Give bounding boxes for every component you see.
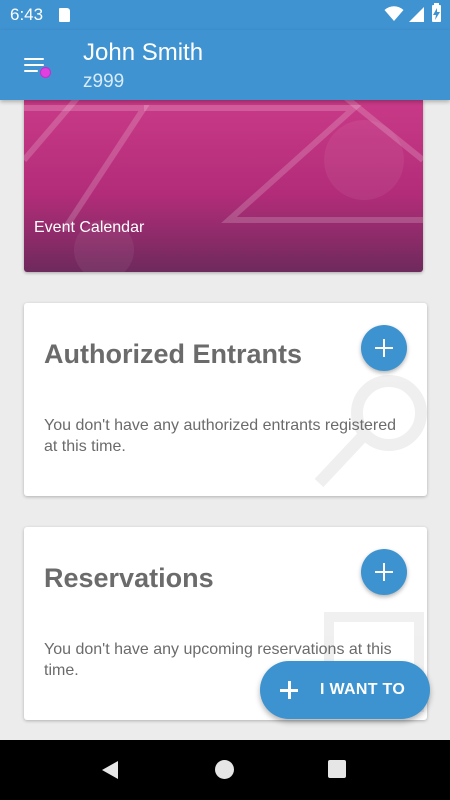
status-bar: 6:43 bbox=[0, 0, 450, 30]
card-title: Reservations bbox=[44, 563, 214, 593]
user-name: John Smith bbox=[83, 39, 204, 66]
back-icon[interactable] bbox=[101, 760, 119, 780]
add-reservation-button[interactable] bbox=[361, 549, 407, 595]
menu-button[interactable] bbox=[18, 52, 51, 80]
status-time: 6:43 bbox=[10, 5, 44, 24]
home-icon[interactable] bbox=[215, 760, 234, 779]
navigation-bar bbox=[0, 740, 450, 800]
plus-icon bbox=[280, 681, 298, 699]
event-calendar-banner[interactable]: Event Calendar bbox=[24, 100, 423, 272]
add-authorized-entrant-button[interactable] bbox=[361, 325, 407, 371]
banner-pattern bbox=[24, 100, 423, 272]
recents-icon[interactable] bbox=[328, 760, 346, 778]
i-want-to-button[interactable]: I WANT TO bbox=[260, 661, 430, 719]
authorized-entrants-card: Authorized Entrants You don't have any a… bbox=[24, 303, 427, 496]
card-body: You don't have any authorized entrants r… bbox=[44, 417, 397, 455]
card-title: Authorized Entrants bbox=[44, 339, 303, 369]
sd-card-icon bbox=[59, 8, 70, 22]
banner-label: Event Calendar bbox=[34, 219, 145, 236]
signal-icon bbox=[409, 7, 424, 22]
notification-dot bbox=[40, 67, 51, 78]
battery-charging-icon bbox=[432, 3, 441, 22]
wifi-icon bbox=[384, 6, 404, 21]
app-bar: John Smith z999 bbox=[0, 30, 450, 100]
fab-label: I WANT TO bbox=[320, 681, 406, 698]
user-id: z999 bbox=[83, 71, 125, 92]
